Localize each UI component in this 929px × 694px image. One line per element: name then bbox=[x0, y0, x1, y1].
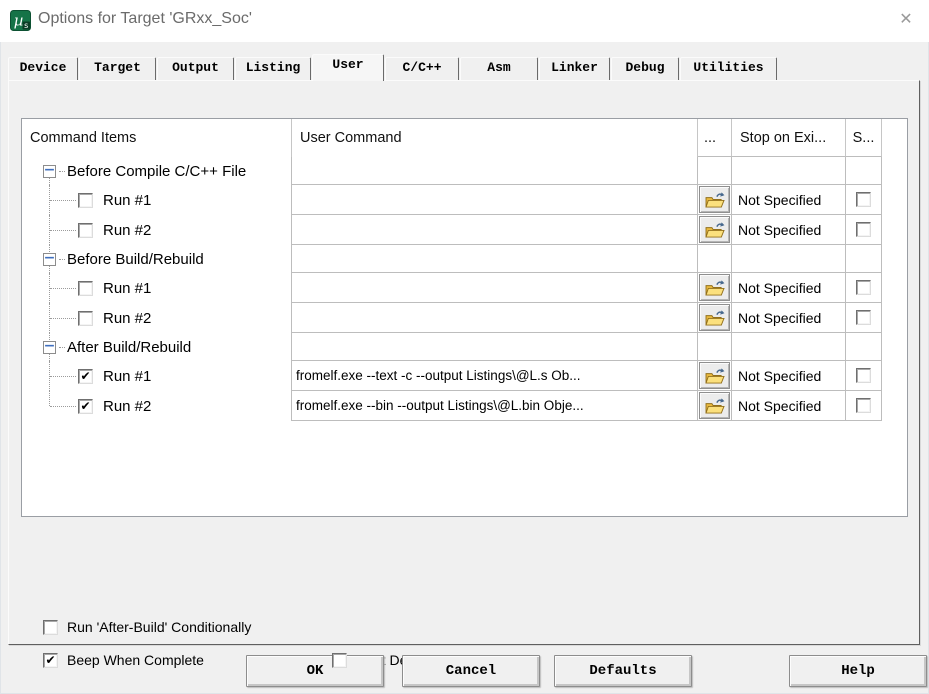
checkbox[interactable] bbox=[43, 620, 58, 635]
column-header-stop-on-exit: Stop on Exi... bbox=[732, 119, 846, 157]
user-commands-table: Command Items User Command ... Stop on E… bbox=[21, 118, 908, 517]
command-cell[interactable] bbox=[292, 185, 698, 215]
stop-on-exit-cell[interactable]: Not Specified bbox=[732, 391, 846, 421]
column-header-spawn: S... bbox=[846, 119, 882, 157]
open-folder-icon bbox=[705, 191, 725, 208]
run-checkbox[interactable] bbox=[78, 193, 93, 208]
cancel-button[interactable]: Cancel bbox=[402, 655, 540, 687]
spawn-checkbox[interactable] bbox=[856, 192, 871, 207]
open-folder-icon bbox=[705, 221, 725, 238]
run-label: Run #2 bbox=[103, 398, 151, 415]
table-row[interactable]: Run #1 Not Specified bbox=[22, 185, 907, 215]
group-label: Before Build/Rebuild bbox=[67, 251, 204, 268]
svg-text:s: s bbox=[24, 21, 28, 30]
spawn-checkbox[interactable] bbox=[856, 368, 871, 383]
tab-utilities[interactable]: Utilities bbox=[680, 57, 777, 80]
table-row[interactable]: ✔ Run #1 fromelf.exe --text -c --output … bbox=[22, 361, 907, 391]
tab-linker[interactable]: Linker bbox=[539, 57, 610, 80]
tab-output[interactable]: Output bbox=[157, 57, 234, 80]
collapse-icon[interactable]: − bbox=[43, 253, 56, 266]
option-run-after-build-conditionally[interactable]: Run 'After-Build' Conditionally bbox=[43, 619, 251, 635]
open-folder-icon bbox=[705, 367, 725, 384]
title-bar: µ s Options for Target 'GRxx_Soc' ✕ bbox=[0, 0, 929, 42]
tree-connector bbox=[59, 259, 65, 260]
table-row[interactable]: Run #2 Not Specified bbox=[22, 215, 907, 245]
uvision-icon: µ s bbox=[10, 10, 31, 31]
defaults-button[interactable]: Defaults bbox=[554, 655, 692, 687]
spawn-checkbox[interactable] bbox=[856, 310, 871, 325]
open-folder-icon bbox=[705, 309, 725, 326]
run-label: Run #1 bbox=[103, 280, 151, 297]
table-row[interactable]: − Before Compile C/C++ File bbox=[22, 157, 907, 185]
stop-on-exit-cell[interactable]: Not Specified bbox=[732, 185, 846, 215]
browse-button[interactable] bbox=[699, 392, 730, 419]
tab-asm[interactable]: Asm bbox=[460, 57, 538, 80]
run-label: Run #1 bbox=[103, 368, 151, 385]
tab-debug[interactable]: Debug bbox=[611, 57, 679, 80]
run-label: Run #1 bbox=[103, 192, 151, 209]
tree-connector bbox=[59, 171, 65, 172]
tab-target[interactable]: Target bbox=[79, 57, 156, 80]
stop-on-exit-cell[interactable]: Not Specified bbox=[732, 361, 846, 391]
browse-button[interactable] bbox=[699, 362, 730, 389]
option-label: Beep When Complete bbox=[67, 652, 204, 668]
table-header-row: Command Items User Command ... Stop on E… bbox=[22, 119, 907, 157]
open-folder-icon bbox=[705, 397, 725, 414]
tree-connector bbox=[59, 347, 65, 348]
command-cell[interactable]: fromelf.exe --text -c --output Listings\… bbox=[292, 361, 698, 391]
checkbox[interactable] bbox=[332, 653, 347, 668]
help-button[interactable]: Help bbox=[789, 655, 927, 687]
option-beep-when-complete[interactable]: ✔ Beep When Complete bbox=[43, 652, 204, 668]
table-row[interactable]: − Before Build/Rebuild bbox=[22, 245, 907, 273]
ok-button[interactable]: OK bbox=[246, 655, 384, 687]
browse-button[interactable] bbox=[699, 186, 730, 213]
group-label: Before Compile C/C++ File bbox=[67, 163, 246, 180]
browse-button[interactable] bbox=[699, 304, 730, 331]
run-label: Run #2 bbox=[103, 222, 151, 239]
options-dialog: { "window": { "title": "Options for Targ… bbox=[0, 0, 929, 694]
tab-device[interactable]: Device bbox=[8, 57, 78, 80]
collapse-icon[interactable]: − bbox=[43, 165, 56, 178]
checkbox[interactable]: ✔ bbox=[43, 653, 58, 668]
tab-user[interactable]: User bbox=[312, 54, 384, 81]
table-row[interactable]: ✔ Run #2 fromelf.exe --bin --output List… bbox=[22, 391, 907, 421]
stop-on-exit-cell[interactable]: Not Specified bbox=[732, 215, 846, 245]
run-checkbox[interactable]: ✔ bbox=[78, 399, 93, 414]
tab-listing[interactable]: Listing bbox=[235, 57, 311, 80]
run-checkbox[interactable] bbox=[78, 223, 93, 238]
command-cell[interactable] bbox=[292, 303, 698, 333]
table-row[interactable]: Run #1 Not Specified bbox=[22, 273, 907, 303]
table-row[interactable]: − After Build/Rebuild bbox=[22, 333, 907, 361]
run-checkbox[interactable] bbox=[78, 311, 93, 326]
stop-on-exit-cell[interactable]: Not Specified bbox=[732, 303, 846, 333]
open-folder-icon bbox=[705, 279, 725, 296]
user-tab-page: Command Items User Command ... Stop on E… bbox=[8, 80, 920, 645]
browse-button[interactable] bbox=[699, 274, 730, 301]
run-checkbox[interactable] bbox=[78, 281, 93, 296]
command-cell[interactable] bbox=[292, 273, 698, 303]
dialog-title: Options for Target 'GRxx_Soc' bbox=[38, 10, 252, 28]
browse-button[interactable] bbox=[699, 216, 730, 243]
group-label: After Build/Rebuild bbox=[67, 339, 191, 356]
option-label: Run 'After-Build' Conditionally bbox=[67, 619, 251, 635]
table-row[interactable]: Run #2 Not Specified bbox=[22, 303, 907, 333]
command-cell[interactable]: fromelf.exe --bin --output Listings\@L.b… bbox=[292, 391, 698, 421]
run-checkbox[interactable]: ✔ bbox=[78, 369, 93, 384]
spawn-checkbox[interactable] bbox=[856, 280, 871, 295]
run-label: Run #2 bbox=[103, 310, 151, 327]
column-header-command-items: Command Items bbox=[22, 119, 292, 157]
close-icon[interactable]: ✕ bbox=[891, 5, 921, 35]
spawn-checkbox[interactable] bbox=[856, 222, 871, 237]
command-cell[interactable] bbox=[292, 215, 698, 245]
tab-strip: Device Target Output Listing User C/C++ … bbox=[8, 53, 778, 80]
column-header-browse: ... bbox=[698, 119, 732, 157]
spawn-checkbox[interactable] bbox=[856, 398, 871, 413]
tab-ccpp[interactable]: C/C++ bbox=[385, 57, 459, 80]
svg-text:µ: µ bbox=[14, 12, 24, 30]
column-header-user-command: User Command bbox=[292, 119, 698, 157]
collapse-icon[interactable]: − bbox=[43, 341, 56, 354]
stop-on-exit-cell[interactable]: Not Specified bbox=[732, 273, 846, 303]
